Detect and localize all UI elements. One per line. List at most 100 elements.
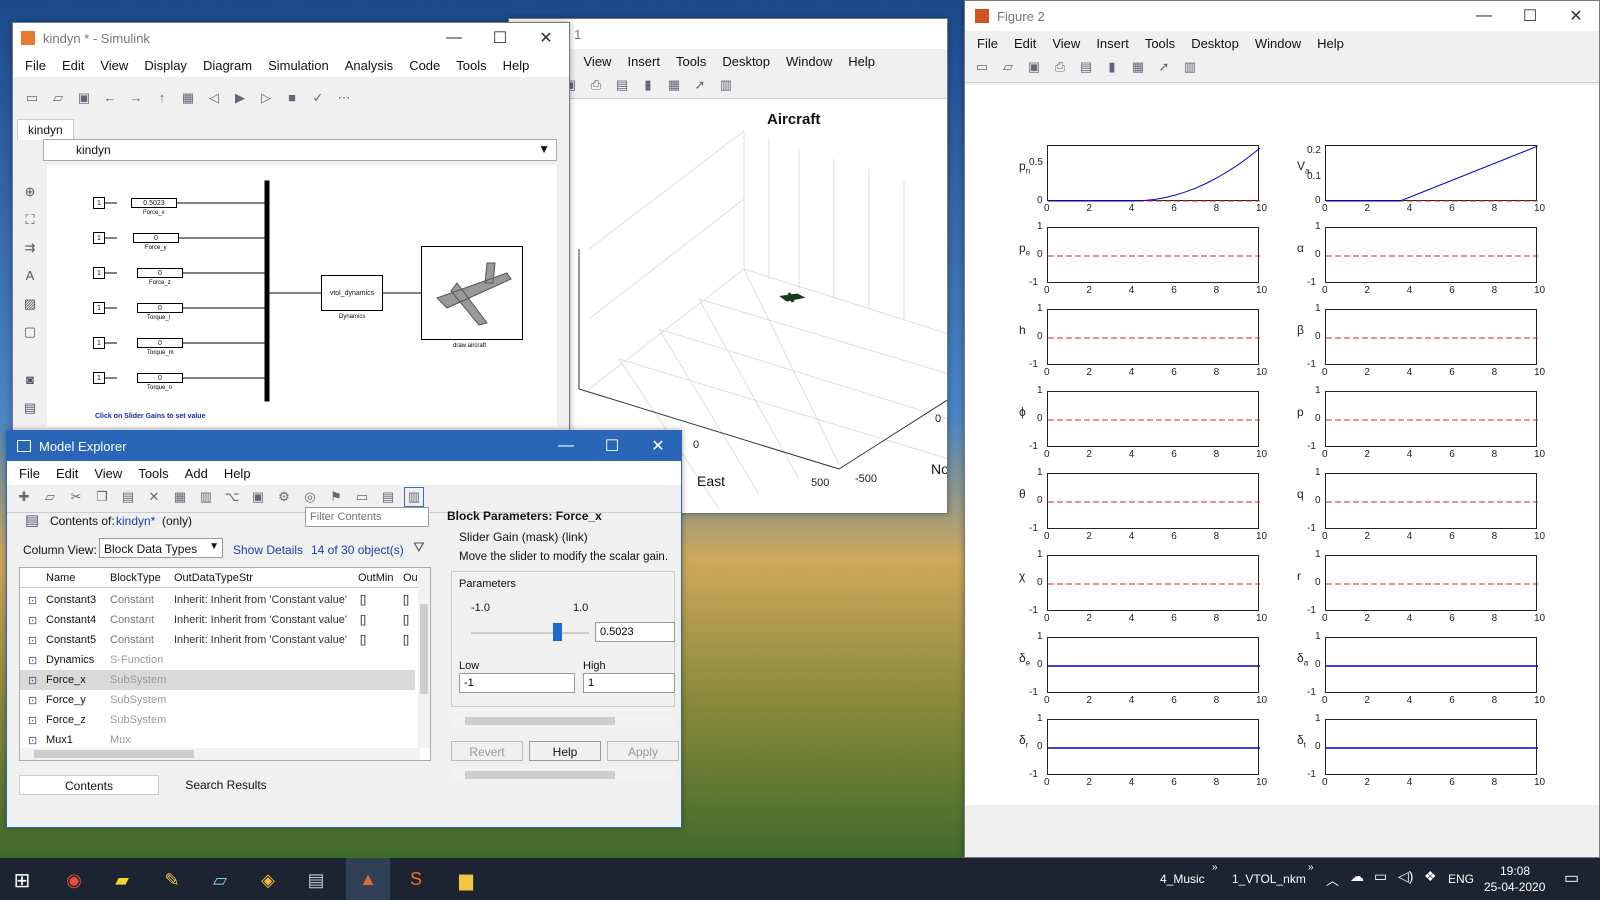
menu-edit[interactable]: Edit xyxy=(56,466,78,481)
slider-block-force-z[interactable]: 0 xyxy=(137,268,183,278)
simulink-tab[interactable]: kindyn xyxy=(17,119,74,140)
menu-file[interactable]: File xyxy=(19,466,40,481)
subplot-left-0[interactable] xyxy=(1047,145,1260,202)
forward-icon[interactable]: → xyxy=(126,87,146,107)
table-row[interactable]: ⊡ Force_z SubSystem xyxy=(20,710,415,730)
filter-contents-input[interactable] xyxy=(305,507,429,527)
colorbar-icon[interactable]: ▮ xyxy=(638,75,658,95)
legend-icon[interactable]: ▦ xyxy=(664,75,684,95)
menu-tools[interactable]: Tools xyxy=(138,466,168,481)
subplot-left-1[interactable] xyxy=(1047,227,1260,283)
step-back-icon[interactable]: ◁ xyxy=(204,88,224,108)
property-editor-icon[interactable]: ▥ xyxy=(716,75,736,95)
table-row[interactable]: ⊡ Force_y SubSystem xyxy=(20,690,415,710)
subplot-left-2[interactable] xyxy=(1047,309,1260,365)
column-view-select[interactable]: Block Data Types ▼ xyxy=(99,538,223,558)
column-blocktype[interactable]: BlockType xyxy=(110,572,161,584)
start-icon[interactable]: ⊞ xyxy=(0,858,44,900)
simulink-titlebar[interactable]: kindyn * - Simulink — ☐ ✕ xyxy=(13,23,569,53)
menu-file[interactable]: File xyxy=(977,36,998,51)
paste-icon[interactable]: ▤ xyxy=(118,487,138,507)
const-block-3[interactable]: 1 xyxy=(93,267,105,279)
menu-help[interactable]: Help xyxy=(503,58,530,73)
table-row[interactable]: ⊡ Dynamics S-Function xyxy=(20,650,415,670)
target-icon[interactable]: ◎ xyxy=(300,487,320,507)
subplot-right-3[interactable] xyxy=(1325,391,1538,447)
maps-icon[interactable]: ◈ xyxy=(246,858,290,900)
arrow-icon[interactable]: ⇉ xyxy=(17,234,43,262)
cut-icon[interactable]: ✂ xyxy=(66,487,86,507)
fit-icon[interactable]: ⛶ xyxy=(17,206,43,234)
print-icon[interactable]: ⎙ xyxy=(586,75,606,95)
language-indicator[interactable]: ENG xyxy=(1448,872,1474,886)
menu-tools[interactable]: Tools xyxy=(676,54,706,69)
table-row[interactable]: ⊡ Constant4 Constant Inherit: Inherit from … xyxy=(20,610,415,630)
draw-aircraft-block[interactable] xyxy=(421,246,523,340)
menu-help[interactable]: Help xyxy=(1317,36,1344,51)
menu-window[interactable]: Window xyxy=(1255,36,1301,51)
subplot-right-4[interactable] xyxy=(1325,473,1538,529)
close-button[interactable]: ✕ xyxy=(1553,1,1599,31)
up-icon[interactable]: ↑ xyxy=(152,87,172,107)
subplot-right-1[interactable] xyxy=(1325,227,1538,283)
minimize-button[interactable]: — xyxy=(431,23,477,53)
horizontal-scrollbar[interactable] xyxy=(20,748,420,760)
maximize-button[interactable]: ☐ xyxy=(589,431,635,461)
figure1-titlebar[interactable]: re 1 xyxy=(509,19,947,49)
const-block-1[interactable]: 1 xyxy=(93,197,105,209)
new-model-icon[interactable]: ▭ xyxy=(22,88,42,108)
revert-button[interactable]: Revert xyxy=(451,741,523,761)
image-icon[interactable]: ▨ xyxy=(17,290,43,318)
vertical-scrollbar[interactable] xyxy=(418,568,430,748)
slider-block-force-x[interactable]: 0.5023 xyxy=(131,198,177,208)
subplot-right-7[interactable] xyxy=(1325,719,1538,775)
save-icon[interactable]: ▣ xyxy=(1024,57,1044,77)
slider-block-torque-n[interactable]: 0 xyxy=(137,373,183,383)
table-row[interactable]: ⊡ Constant3 Constant Inherit: Inherit from … xyxy=(20,590,415,610)
tab-search-results[interactable]: Search Results xyxy=(159,775,293,795)
step-forward-icon[interactable]: ▷ xyxy=(256,88,276,108)
menu-help[interactable]: Help xyxy=(848,54,875,69)
menu-insert[interactable]: Insert xyxy=(1096,36,1129,51)
clock-date[interactable]: 25-04-2020 xyxy=(1484,880,1545,894)
file-explorer-icon[interactable]: ▆ xyxy=(444,858,488,900)
colorbar-icon[interactable]: ▮ xyxy=(1102,57,1122,77)
contents-model-link[interactable]: kindyn* xyxy=(116,514,155,528)
subplot-left-7[interactable] xyxy=(1047,719,1260,775)
menu-window[interactable]: Window xyxy=(786,54,832,69)
menu-insert[interactable]: Insert xyxy=(627,54,660,69)
layout-icon[interactable]: ▦ xyxy=(170,487,190,507)
menu-edit[interactable]: Edit xyxy=(62,58,84,73)
network-icon[interactable]: ▭ xyxy=(1374,868,1387,885)
subplot-left-5[interactable] xyxy=(1047,555,1260,611)
pen-app-icon[interactable]: ✎ xyxy=(150,858,194,900)
gain-value-input[interactable] xyxy=(595,622,675,642)
area-icon[interactable]: ▢ xyxy=(17,318,43,346)
tree-icon[interactable]: ⌥ xyxy=(222,487,242,507)
list-icon[interactable]: ▥ xyxy=(196,487,216,507)
menu-edit[interactable]: Edit xyxy=(1014,36,1036,51)
const-block-6[interactable]: 1 xyxy=(93,372,105,384)
property-editor-icon[interactable]: ▥ xyxy=(1180,57,1200,77)
show-details-link[interactable]: Show Details xyxy=(233,543,303,557)
chrome-icon[interactable]: ◉ xyxy=(52,858,96,900)
menu-simulation[interactable]: Simulation xyxy=(268,58,329,73)
toolbar-vtol-chevron[interactable]: » xyxy=(1308,862,1314,873)
grid-icon[interactable]: ⋯ xyxy=(334,88,354,108)
dynamics-block[interactable]: vtol_dynamics xyxy=(321,275,383,311)
tag-icon[interactable]: ▭ xyxy=(352,487,372,507)
annotation-icon[interactable]: A xyxy=(17,262,43,290)
open-icon[interactable]: ▱ xyxy=(40,487,60,507)
slider-thumb[interactable] xyxy=(552,623,562,641)
subplot-right-0[interactable] xyxy=(1325,145,1538,202)
menu-add[interactable]: Add xyxy=(185,466,208,481)
delete-icon[interactable]: ✕ xyxy=(144,487,164,507)
check-icon[interactable]: ✓ xyxy=(308,88,328,108)
menu-desktop[interactable]: Desktop xyxy=(1191,36,1239,51)
pointer-icon[interactable]: ➚ xyxy=(690,75,710,95)
run-icon[interactable]: ▶ xyxy=(230,88,250,108)
menu-diagram[interactable]: Diagram xyxy=(203,58,252,73)
grid-icon[interactable]: ▣ xyxy=(248,487,268,507)
simulink-address-bar[interactable]: kindyn ▼ xyxy=(43,139,557,161)
table-row[interactable]: ⊡ Force_x SubSystem xyxy=(20,670,415,690)
